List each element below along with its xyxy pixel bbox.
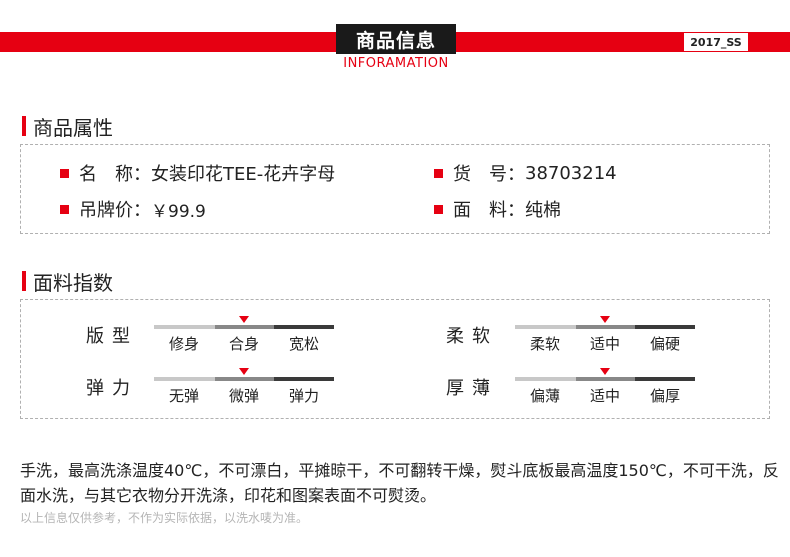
scale-label-thickness: 厚薄 (446, 378, 498, 399)
fabric-section-title: 面料指数 (33, 270, 113, 295)
attr-material: 面 料： 纯棉 (434, 196, 561, 222)
attr-name-value: 女装印花TEE-花卉字母 (151, 164, 336, 185)
attr-sku: 货 号： 38703214 (434, 160, 617, 186)
scale-track (515, 377, 695, 381)
scale-marker-icon (600, 368, 610, 375)
care-instructions: 手洗，最高洗涤温度40℃，不可漂白，平摊晾干，不可翻转干燥，熨斗底板最高温度15… (20, 461, 779, 505)
disclaimer-note: 以上信息仅供参考，不作为实际依据，以洗水唛为准。 (20, 511, 309, 525)
scale-track (154, 325, 334, 329)
scale-option: 偏硬 (649, 335, 680, 353)
scale-track (154, 377, 334, 381)
scale-thickness: 偏薄 适中 偏厚 (515, 360, 695, 405)
scale-option: 偏薄 (529, 387, 560, 405)
page-title: 商品信息 (355, 29, 436, 52)
attributes-section-header: 商品属性 (22, 114, 113, 140)
scale-label-elasticity: 弹力 (86, 378, 138, 399)
scale-option: 适中 (589, 335, 620, 353)
scale-option: 偏厚 (649, 387, 680, 405)
scale-marker-icon (239, 316, 249, 323)
scale-fit: 修身 合身 宽松 (154, 308, 334, 353)
scale-label-fit: 版型 (86, 326, 138, 347)
bullet-square-icon (434, 168, 443, 178)
season-badge: 2017_SS (684, 33, 748, 51)
scale-option: 无弹 (168, 387, 199, 405)
bullet-square-icon (60, 168, 69, 178)
scale-option: 弹力 (288, 387, 319, 405)
scale-option: 修身 (168, 335, 199, 353)
bullet-square-icon (60, 204, 69, 214)
season-label: 2017_SS (690, 35, 742, 49)
attr-price-label: 吊牌价： (79, 200, 151, 221)
attr-name-label: 名 称： (79, 164, 151, 185)
scale-option: 微弹 (228, 387, 259, 405)
scale-option: 宽松 (288, 335, 319, 353)
section-marker (22, 271, 26, 291)
attr-price-value: ￥99.9 (151, 201, 206, 222)
attr-material-value: 纯棉 (525, 200, 561, 221)
bullet-square-icon (434, 204, 443, 214)
attr-material-label: 面 料： (453, 200, 525, 221)
scale-elasticity: 无弹 微弹 弹力 (154, 360, 334, 405)
attr-sku-label: 货 号： (453, 164, 525, 185)
attr-name: 名 称： 女装印花TEE-花卉字母 (60, 160, 335, 186)
scale-option: 适中 (589, 387, 620, 405)
scale-track (515, 325, 695, 329)
attr-price: 吊牌价： ￥99.9 (60, 196, 206, 222)
attributes-section-title: 商品属性 (33, 115, 113, 140)
fabric-section-header: 面料指数 (22, 269, 113, 295)
section-marker (22, 116, 26, 136)
scale-option: 合身 (228, 335, 259, 353)
scale-softness: 柔软 适中 偏硬 (515, 308, 695, 353)
page-subtitle: INFORAMATION (343, 56, 449, 71)
scale-label-softness: 柔软 (446, 326, 498, 347)
scale-option: 柔软 (529, 335, 560, 353)
header-title-box: 商品信息 (336, 24, 456, 54)
scale-marker-icon (239, 368, 249, 375)
attr-sku-value: 38703214 (525, 162, 617, 184)
scale-marker-icon (600, 316, 610, 323)
